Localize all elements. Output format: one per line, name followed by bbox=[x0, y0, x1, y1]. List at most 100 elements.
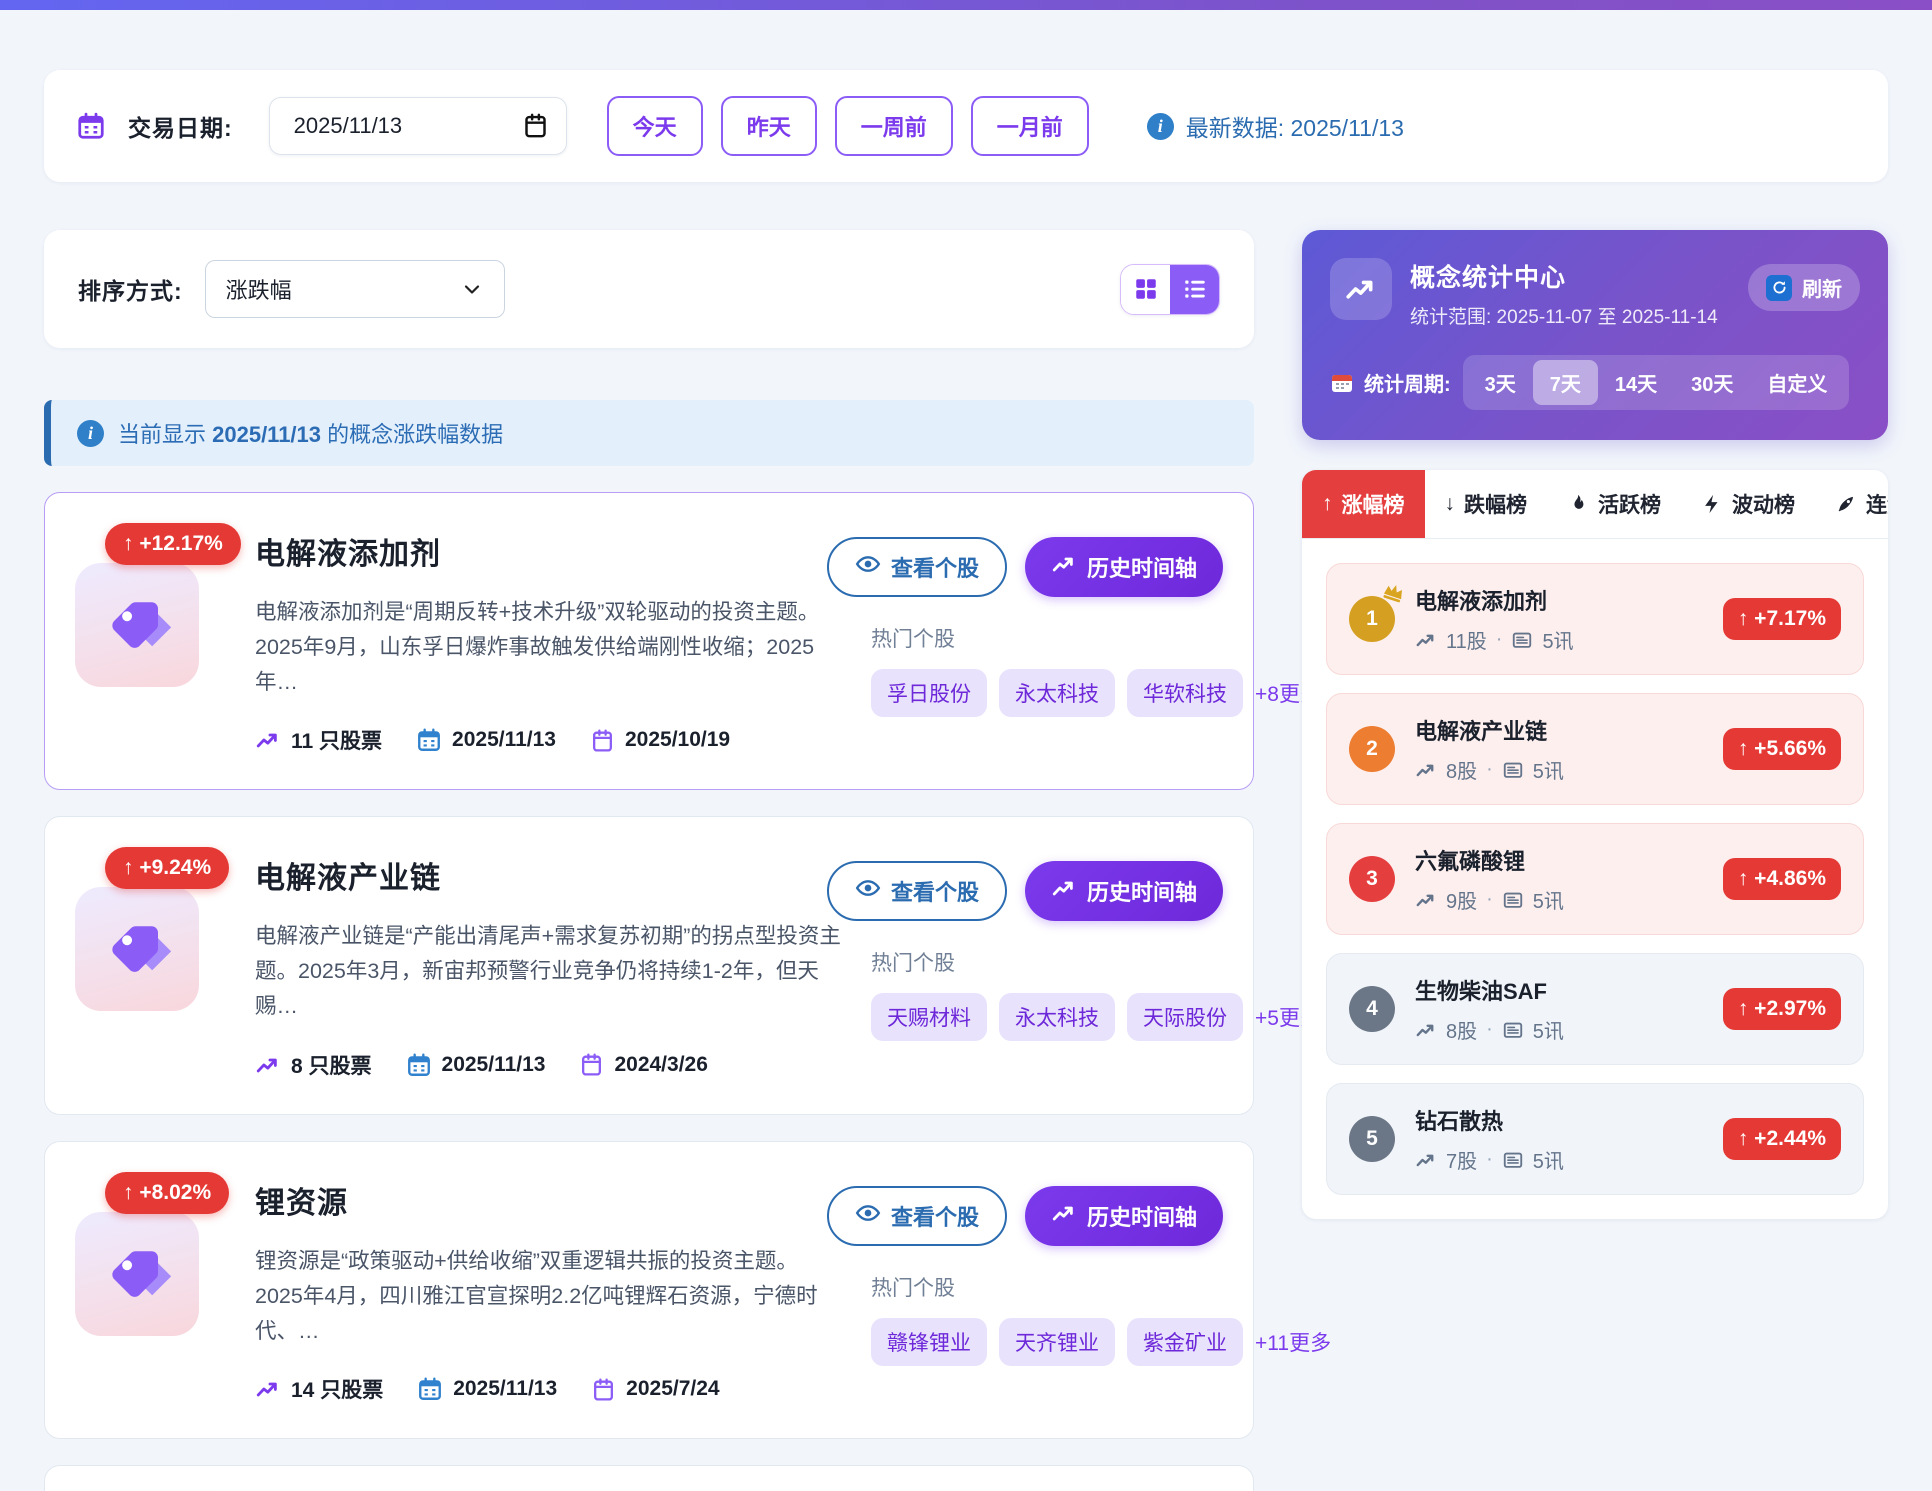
ranking-tabs: ↑ 涨幅榜 ↓ 跌幅榜 活跃榜 波动榜 bbox=[1302, 470, 1888, 539]
view-stocks-button[interactable]: 查看个股 bbox=[827, 537, 1007, 597]
rank-change-badge: ↑ +5.66% bbox=[1723, 728, 1841, 770]
tab-active[interactable]: 活跃榜 bbox=[1547, 470, 1681, 538]
history-timeline-button[interactable]: 历史时间轴 bbox=[1025, 861, 1223, 921]
update-date: 2025/11/13 bbox=[453, 1377, 557, 1401]
chart-icon bbox=[1051, 551, 1077, 583]
concept-description: 锂资源是“政策驱动+供给收缩”双重逻辑共振的投资主题。2025年4月，四川雅江官… bbox=[255, 1244, 841, 1348]
rank-item[interactable]: 4 生物柴油SAF 8股 · 5讯 ↑ +2.97% bbox=[1326, 953, 1864, 1065]
lightning-icon bbox=[1701, 493, 1723, 515]
stock-count: 14 只股票 bbox=[291, 1374, 383, 1404]
tab-volatility[interactable]: 波动榜 bbox=[1681, 470, 1815, 538]
stock-tag[interactable]: 紫金矿业 bbox=[1127, 1318, 1243, 1366]
rank-info: 六氟磷酸锂 9股 · 5讯 bbox=[1415, 844, 1703, 914]
latest-data-info: i 最新数据: 2025/11/13 bbox=[1147, 109, 1404, 143]
rank-info: 电解液产业链 8股 · 5讯 bbox=[1415, 714, 1703, 784]
rank-item[interactable]: 5 钻石散热 7股 · 5讯 ↑ +2.44% bbox=[1326, 1083, 1864, 1195]
chart-icon bbox=[1415, 759, 1437, 781]
stock-tag[interactable]: 永太科技 bbox=[999, 669, 1115, 717]
stock-tag[interactable]: 赣锋锂业 bbox=[871, 1318, 987, 1366]
tags-icon bbox=[102, 914, 172, 984]
concept-card[interactable]: ↑ +7.29% 陶瓷隔膜骨架膜 陶瓷隔膜骨架膜是技术创新驱动的固态电池产业链β… bbox=[44, 1465, 1254, 1491]
rank-number: 1 bbox=[1349, 596, 1395, 642]
trade-date-label: 交易日期: bbox=[128, 109, 233, 143]
concept-title: 电解液添加剂 bbox=[255, 529, 841, 573]
month-ago-button[interactable]: 一月前 bbox=[971, 96, 1089, 156]
period-14d-button[interactable]: 14天 bbox=[1598, 360, 1674, 405]
create-date: 2025/7/24 bbox=[626, 1377, 719, 1401]
history-timeline-button[interactable]: 历史时间轴 bbox=[1025, 537, 1223, 597]
stock-tag[interactable]: 华软科技 bbox=[1127, 669, 1243, 717]
stock-tag[interactable]: 天齐锂业 bbox=[999, 1318, 1115, 1366]
grid-view-button[interactable] bbox=[1121, 265, 1170, 314]
more-stocks-link[interactable]: +11更多 bbox=[1255, 1327, 1331, 1357]
stock-tag[interactable]: 天赐材料 bbox=[871, 993, 987, 1041]
concept-thumbnail bbox=[75, 563, 199, 687]
rank-title: 六氟磷酸锂 bbox=[1415, 844, 1703, 876]
refresh-icon bbox=[1766, 275, 1792, 301]
update-date: 2025/11/13 bbox=[442, 1053, 546, 1077]
hot-stock-tags: 天赐材料 永太科技 天际股份 +5更多 bbox=[871, 993, 1223, 1041]
rank-title: 钻石散热 bbox=[1415, 1104, 1703, 1136]
rank-item[interactable]: 1 电解液添加剂 11股 · 5讯 bbox=[1326, 563, 1864, 675]
refresh-button[interactable]: 刷新 bbox=[1748, 264, 1860, 311]
history-timeline-button[interactable]: 历史时间轴 bbox=[1025, 1186, 1223, 1246]
chevron-down-icon bbox=[460, 277, 484, 301]
period-7d-button[interactable]: 7天 bbox=[1533, 360, 1598, 405]
stats-range: 统计范围: 2025-11-07 至 2025-11-14 bbox=[1410, 302, 1748, 329]
concept-body: 电解液产业链 电解液产业链是“产能出清尾声+需求复苏初期”的拐点型投资主题。20… bbox=[255, 847, 841, 1079]
tags-icon bbox=[102, 1239, 172, 1309]
eye-icon bbox=[855, 875, 881, 907]
sort-label: 排序方式: bbox=[78, 272, 183, 306]
period-custom-button[interactable]: 自定义 bbox=[1750, 360, 1844, 405]
eye-icon bbox=[855, 551, 881, 583]
stock-count: 8 只股票 bbox=[291, 1050, 372, 1080]
info-icon: i bbox=[77, 420, 104, 447]
week-ago-button[interactable]: 一周前 bbox=[835, 96, 953, 156]
rank-info: 生物柴油SAF 8股 · 5讯 bbox=[1415, 974, 1703, 1044]
today-button[interactable]: 今天 bbox=[607, 96, 703, 156]
concept-card[interactable]: ↑ +8.02% 锂资源 锂资源是“政策驱动+供给收缩”双重逻辑共振的投资主题。… bbox=[44, 1141, 1254, 1439]
rank-item[interactable]: 3 六氟磷酸锂 9股 · 5讯 ↑ +4.86% bbox=[1326, 823, 1864, 935]
stock-tag[interactable]: 孚日股份 bbox=[871, 669, 987, 717]
news-icon bbox=[1511, 629, 1533, 651]
period-3d-button[interactable]: 3天 bbox=[1468, 360, 1533, 405]
tab-streak[interactable]: 连涨榜 bbox=[1815, 470, 1888, 538]
date-picker-icon[interactable] bbox=[522, 112, 549, 139]
concept-body: 电解液添加剂 电解液添加剂是“周期反转+技术升级”双轮驱动的投资主题。2025年… bbox=[255, 523, 841, 755]
date-toolbar: 交易日期: 今天 昨天 一周前 一月前 i 最新数据: 2025/11/13 bbox=[44, 70, 1888, 182]
tab-losers[interactable]: ↓ 跌幅榜 bbox=[1425, 470, 1548, 538]
rank-meta: 8股 · 5讯 bbox=[1415, 755, 1703, 784]
stock-tag[interactable]: 天际股份 bbox=[1127, 993, 1243, 1041]
stock-tag[interactable]: 永太科技 bbox=[999, 993, 1115, 1041]
period-30d-button[interactable]: 30天 bbox=[1674, 360, 1750, 405]
flame-icon bbox=[1567, 493, 1589, 515]
rank-item[interactable]: 2 电解液产业链 8股 · 5讯 ↑ +5.66% bbox=[1326, 693, 1864, 805]
rank-number: 2 bbox=[1349, 726, 1395, 772]
calendar-icon bbox=[416, 727, 442, 753]
change-badge: ↑ +8.02% bbox=[105, 1172, 229, 1214]
list-view-button[interactable] bbox=[1170, 265, 1219, 314]
grid-icon bbox=[1133, 276, 1159, 302]
yesterday-button[interactable]: 昨天 bbox=[721, 96, 817, 156]
sort-selected-value: 涨跌幅 bbox=[226, 273, 292, 305]
concept-title: 电解液产业链 bbox=[255, 853, 841, 897]
chart-icon bbox=[255, 1376, 281, 1402]
banner-text: 当前显示 2025/11/13 的概念涨跌幅数据 bbox=[118, 417, 503, 449]
view-stocks-button[interactable]: 查看个股 bbox=[827, 861, 1007, 921]
current-view-banner: i 当前显示 2025/11/13 的概念涨跌幅数据 bbox=[44, 400, 1254, 466]
sort-select[interactable]: 涨跌幅 bbox=[205, 260, 505, 318]
concept-card[interactable]: ↑ +12.17% 电解液添加剂 电解液添加剂是“周期反转+技术升级”双轮驱动的… bbox=[44, 492, 1254, 790]
top-accent-bar bbox=[0, 0, 1932, 10]
tab-gainers[interactable]: ↑ 涨幅榜 bbox=[1302, 470, 1425, 538]
rank-change-badge: ↑ +7.17% bbox=[1723, 598, 1841, 640]
concept-meta: 14 只股票 2025/11/13 2025/7/24 bbox=[255, 1374, 841, 1404]
stats-title: 概念统计中心 bbox=[1410, 258, 1748, 294]
rank-number: 4 bbox=[1349, 986, 1395, 1032]
view-stocks-button[interactable]: 查看个股 bbox=[827, 1186, 1007, 1246]
note-calendar-icon bbox=[590, 728, 615, 753]
rank-title: 生物柴油SAF bbox=[1415, 974, 1703, 1006]
rank-info: 电解液添加剂 11股 · 5讯 bbox=[1415, 584, 1703, 654]
rank-number: 3 bbox=[1349, 856, 1395, 902]
concept-stats-panel: 概念统计中心 统计范围: 2025-11-07 至 2025-11-14 刷新 … bbox=[1302, 230, 1888, 440]
concept-card[interactable]: ↑ +9.24% 电解液产业链 电解液产业链是“产能出清尾声+需求复苏初期”的拐… bbox=[44, 816, 1254, 1114]
